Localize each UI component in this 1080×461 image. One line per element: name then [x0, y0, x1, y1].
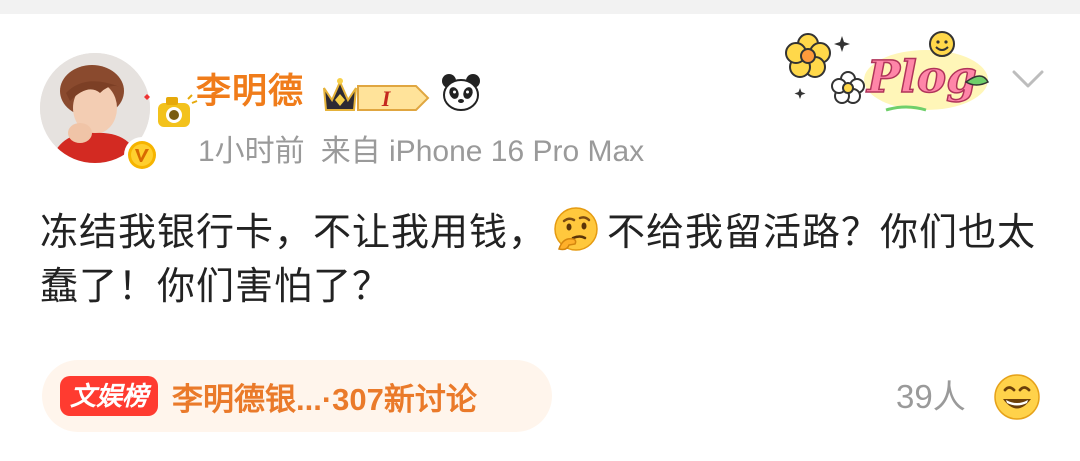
username[interactable]: 李明德 — [196, 70, 304, 114]
trending-topic-title: 李明德银... — [172, 381, 322, 417]
svg-text:I: I — [381, 86, 392, 111]
thinking-face-icon — [554, 207, 598, 251]
post-source: 来自 iPhone 16 Pro Max — [320, 135, 645, 168]
post-meta: 1小时前 来自 iPhone 16 Pro Max — [198, 132, 644, 172]
trending-tag-badge: 文娱榜 — [60, 376, 159, 416]
vip-crown-badge-icon[interactable]: I — [320, 70, 436, 116]
svg-text:Plog: Plog — [865, 52, 977, 103]
post-time: 1小时前 — [198, 135, 305, 168]
reaction-people-count[interactable]: 39人 — [896, 375, 966, 419]
panda-icon — [442, 74, 480, 111]
verified-v-icon — [124, 137, 160, 173]
chevron-down-icon[interactable] — [1008, 64, 1048, 94]
camera-sticker-icon — [144, 94, 198, 127]
top-divider — [0, 0, 1080, 14]
post-content: 冻结我银行卡，不让我用钱， 不给我留活路？你们也太蠢了！你们害怕了？ — [40, 205, 1040, 314]
trending-discussion-count: ·307新讨论 — [321, 381, 477, 417]
post-content-part1: 冻结我银行卡，不让我用钱， — [40, 212, 548, 254]
plog-sticker-icon: Plog — [785, 31, 990, 112]
trending-topic-pill[interactable]: 文娱榜 李明德银... ·307新讨论 — [42, 360, 552, 432]
avatar-container[interactable] — [40, 53, 198, 173]
grinning-face-icon[interactable] — [992, 372, 1042, 422]
